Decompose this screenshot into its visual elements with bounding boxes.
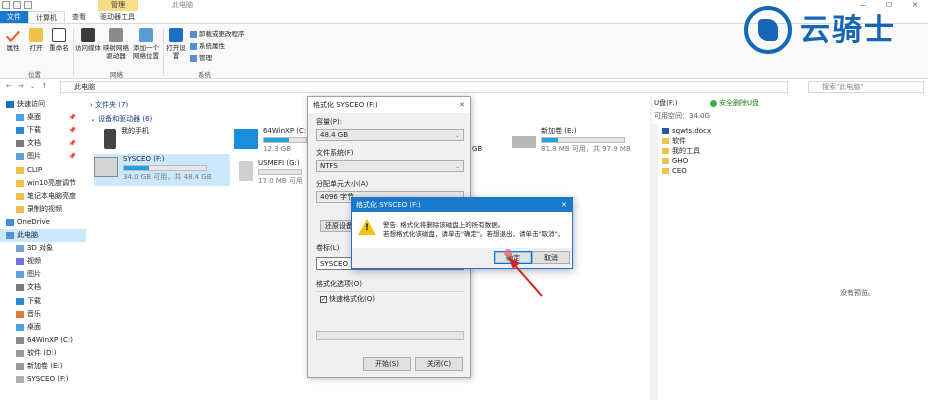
click-indicator (504, 249, 512, 257)
annotation-arrow (508, 257, 543, 297)
